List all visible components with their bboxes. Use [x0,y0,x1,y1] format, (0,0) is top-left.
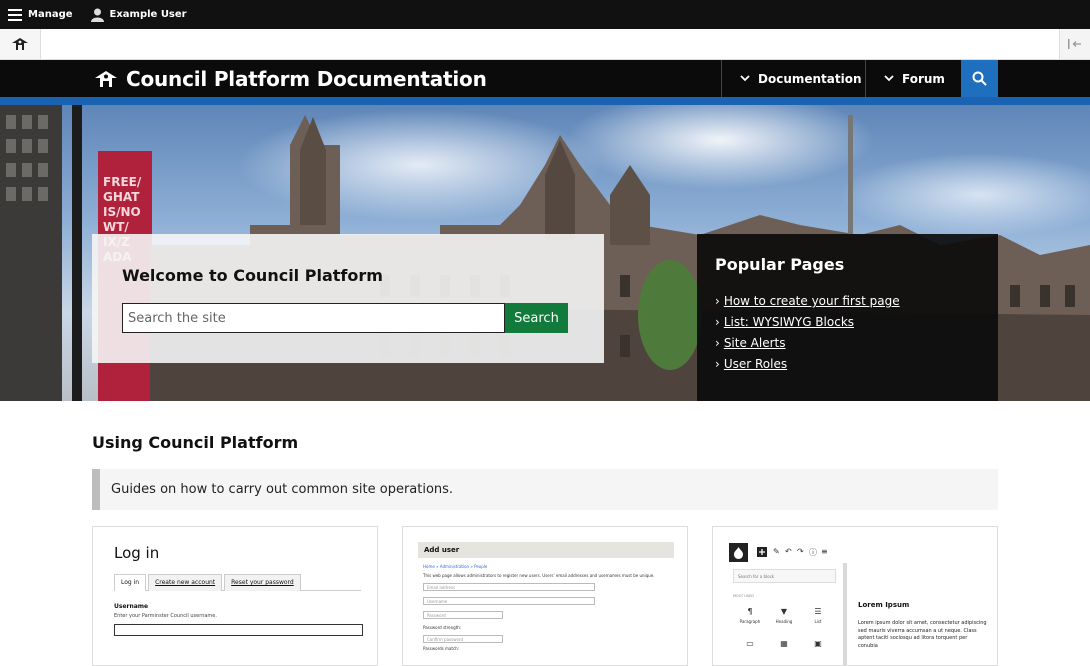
tab-create-account: Create new account [148,574,223,591]
confirm-field-preview: Confirm password [423,635,503,643]
login-tabs: Log in Create new account Reset your pas… [114,574,361,591]
block-heading-label: Heading [775,619,793,624]
site-header: Council Platform Documentation Documenta… [0,60,1090,97]
site-title: Council Platform Documentation [126,66,487,91]
site-search-input[interactable]: Search the site [122,303,505,333]
username-hint: Enter your Parminster Council username. [114,613,217,619]
guide-card-login[interactable]: Log in Log in Create new account Reset y… [92,526,378,666]
list-view-icon: ≡ [821,547,828,556]
username-label: Username [114,603,149,610]
block-list: ☰ List [803,607,833,624]
nav-documentation-label: Documentation [758,71,862,86]
editor-divider [843,563,847,665]
block-list-label: List [814,619,822,624]
section-title: Using Council Platform [92,433,299,452]
email-field-preview: Email address [423,583,595,591]
site-brand-link[interactable]: Council Platform Documentation [94,60,487,97]
password-field-preview: Password [423,611,503,619]
nav-documentation[interactable]: Documentation [721,60,865,97]
user-label: Example User [109,9,187,20]
chevron-down-icon [884,75,894,82]
username-field-preview: Username [423,597,595,605]
passwords-match-label: Passwords match: [423,646,460,651]
adduser-breadcrumb: Home » Administration » People [423,564,488,569]
tab-reset-password: Reset your password [224,574,301,591]
popular-link[interactable]: How to create your first page [724,294,900,308]
block-media: ▣ [803,639,833,651]
block-heading: ▼ Heading [769,607,799,624]
collapse-icon [1068,39,1081,49]
block-gallery: ▦ [769,639,799,651]
user-icon [90,8,104,22]
nav-forum-label: Forum [902,71,945,86]
search-icon [972,71,987,86]
admin-toolbar: Manage Example User [0,0,1090,29]
popular-link[interactable]: Site Alerts [724,336,786,350]
card-adduser-title: Add user [418,542,674,558]
popular-link-item: › How to create your first page [715,294,900,308]
welcome-panel: Welcome to Council Platform Search the s… [92,234,604,363]
popular-link-item: › List: WYSIWYG Blocks [715,315,855,329]
bookmark-icon: ▼ [780,607,788,616]
pencil-icon: ✎ [773,547,780,556]
popular-link-item: › Site Alerts [715,336,786,350]
hamburger-icon [8,8,22,21]
paragraph-icon: ¶ [747,607,753,616]
popular-pages-list: › How to create your first page › List: WY… [715,294,900,378]
manage-button[interactable]: Manage [0,0,81,29]
drupal-icon [729,543,748,562]
block-paragraph-label: Paragraph [739,619,761,624]
image-icon: ▭ [746,639,754,648]
welcome-heading: Welcome to Council Platform [122,266,383,285]
redo-icon: ↷ [797,547,804,556]
guide-card-add-user[interactable]: Add user Home » Administration » People … [402,526,688,666]
add-block-icon [757,547,767,559]
undo-icon: ↶ [785,547,792,556]
council-logo-icon [95,70,117,87]
collapse-tray-button[interactable] [1059,29,1090,59]
manage-label: Manage [28,9,73,20]
most-used-label: MOST USED [733,594,754,598]
section-callout: Guides on how to carry out common site o… [92,469,998,510]
block-paragraph: ¶ Paragraph [735,607,765,624]
media-icon: ▣ [814,639,822,648]
user-menu-button[interactable]: Example User [83,0,195,29]
council-logo-icon [12,38,28,50]
password-strength-label: Password strength: [423,625,462,630]
popular-link-item: › User Roles [715,357,788,371]
nav-forum[interactable]: Forum [865,60,961,97]
toolbar-tray [0,29,1090,60]
popular-link[interactable]: User Roles [724,357,787,371]
popular-pages-panel: Popular Pages › How to create your first … [697,234,998,401]
list-icon: ☰ [814,607,822,616]
tab-login: Log in [114,574,147,591]
home-button[interactable] [0,29,41,59]
popular-link[interactable]: List: WYSIWYG Blocks [724,315,854,329]
chevron-down-icon [740,75,750,82]
adduser-description: This web page allows administrators to r… [423,573,655,578]
guide-card-block-editor[interactable]: ✎ ↶ ↷ ⓘ ≡ Search for a block MOST USED ¶… [712,526,998,666]
lorem-title: Lorem Ipsum [858,601,910,609]
header-accent-stripe [0,97,1090,105]
gallery-icon: ▦ [780,639,788,648]
site-search-button[interactable]: Search [505,303,568,333]
username-field-preview [114,624,363,636]
block-search-preview: Search for a block [733,569,836,583]
popular-pages-heading: Popular Pages [715,255,845,274]
header-search-button[interactable] [961,60,998,97]
block-image: ▭ [735,639,765,651]
card-login-title: Log in [114,544,160,562]
callout-text: Guides on how to carry out common site o… [111,482,454,497]
info-icon: ⓘ [809,548,817,557]
lorem-text: Lorem ipsum dolor sit amet, consectetur … [858,620,987,649]
